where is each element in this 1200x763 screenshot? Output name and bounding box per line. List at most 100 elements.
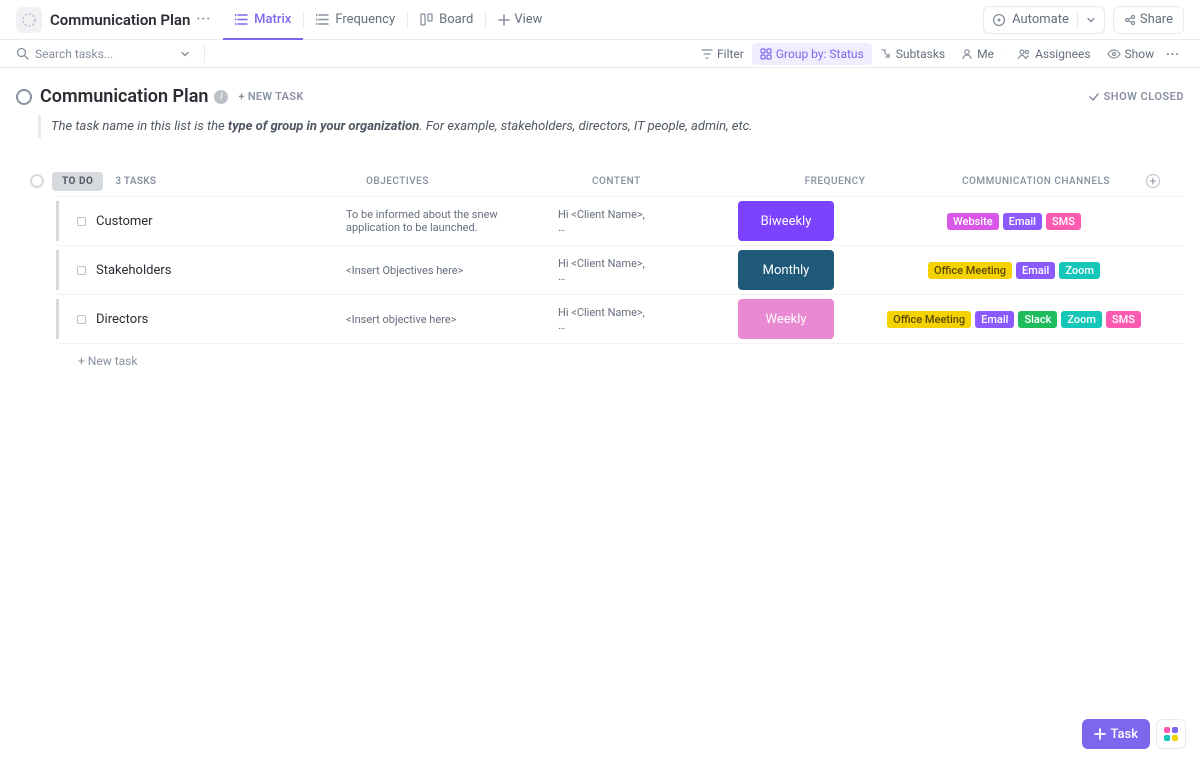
check-icon (1088, 91, 1100, 103)
view-tab-label: Matrix (254, 12, 291, 27)
add-column-button[interactable]: + (1146, 174, 1160, 188)
content-area: Communication Plan i + NEW TASK SHOW CLO… (0, 68, 1200, 378)
task-frequency[interactable]: Biweekly (738, 201, 834, 241)
new-task-row-button[interactable]: + New task (56, 344, 1184, 378)
info-icon[interactable]: i (214, 90, 228, 104)
status-bar (56, 299, 59, 339)
task-channels[interactable]: Office MeetingEmailZoom (844, 262, 1184, 279)
subtasks-icon (880, 48, 892, 60)
fab-label: Task (1110, 727, 1138, 742)
status-bar (56, 250, 59, 290)
search-input[interactable]: Search tasks... (16, 47, 196, 61)
share-button[interactable]: Share (1113, 6, 1184, 34)
channel-tag[interactable]: Zoom (1061, 311, 1102, 328)
task-channels[interactable]: WebsiteEmailSMS (844, 213, 1184, 230)
list-description[interactable]: The task name in this list is the type o… (38, 115, 1184, 138)
group-by-button[interactable]: Group by: Status (752, 43, 872, 65)
assignees-label: Assignees (1035, 47, 1090, 61)
filter-button[interactable]: Filter (693, 43, 752, 65)
channel-tag[interactable]: Zoom (1059, 262, 1100, 279)
task-content[interactable]: Hi <Client Name>,… (558, 208, 738, 234)
task-row[interactable]: Stakeholders<Insert Objectives here>Hi <… (56, 246, 1184, 295)
group-header: TO DO 3 TASKS OBJECTIVES CONTENT FREQUEN… (16, 166, 1184, 196)
more-icon: ··· (1166, 47, 1180, 61)
show-button[interactable]: Show (1099, 43, 1163, 65)
search-icon (16, 47, 29, 60)
channel-tag[interactable]: Office Meeting (887, 311, 971, 328)
apps-icon (1164, 727, 1178, 741)
description-bold: type of group in your organization (228, 119, 419, 134)
task-frequency[interactable]: Monthly (738, 250, 834, 290)
task-name[interactable]: Customer (96, 214, 346, 229)
board-view-icon (420, 13, 433, 26)
column-header-objectives[interactable]: OBJECTIVES (366, 176, 576, 187)
channel-tag[interactable]: Website (947, 213, 999, 230)
filter-icon (701, 48, 713, 60)
view-tab-label: Board (439, 12, 473, 27)
group-by-label: Group by: Status (776, 47, 864, 61)
filter-label: Filter (717, 47, 744, 61)
task-status-icon[interactable] (77, 315, 86, 324)
task-row[interactable]: CustomerTo be informed about the snew ap… (56, 196, 1184, 246)
view-tab-frequency[interactable]: Frequency (304, 0, 407, 39)
channel-tag[interactable]: Slack (1018, 311, 1057, 328)
view-tab-label: Frequency (335, 12, 395, 27)
task-objectives[interactable]: <Insert Objectives here> (346, 264, 558, 277)
group-collapse-icon[interactable] (30, 174, 44, 188)
show-closed-button[interactable]: SHOW CLOSED (1088, 90, 1184, 103)
list-view-icon (235, 13, 248, 26)
toolbar: Search tasks... Filter Group by: Status … (0, 40, 1200, 68)
list-name[interactable]: Communication Plan (40, 86, 208, 107)
task-status-icon[interactable] (77, 217, 86, 226)
channel-tag[interactable]: Email (1003, 213, 1042, 230)
description-prefix: The task name in this list is the (51, 119, 228, 134)
view-tabs: Matrix Frequency Board View (223, 0, 554, 39)
subtasks-button[interactable]: Subtasks (872, 43, 953, 65)
task-content[interactable]: Hi <Client Name>,… (558, 306, 738, 332)
status-chip[interactable]: TO DO (52, 172, 103, 191)
task-row[interactable]: Directors<Insert objective here>Hi <Clie… (56, 295, 1184, 344)
column-header-channels[interactable]: COMMUNICATION CHANNELS (896, 176, 1176, 187)
channel-tag[interactable]: Office Meeting (928, 262, 1012, 279)
list-icon (16, 7, 42, 33)
separator (204, 45, 205, 63)
view-tab-matrix[interactable]: Matrix (223, 0, 303, 39)
status-bar (56, 201, 59, 241)
separator-dot: · (1004, 47, 1007, 61)
task-content[interactable]: Hi <Client Name>,… (558, 257, 738, 283)
share-label: Share (1140, 12, 1173, 27)
column-header-frequency[interactable]: FREQUENCY (794, 176, 876, 187)
me-label: Me (977, 47, 994, 61)
add-view-label: View (514, 12, 542, 27)
column-header-content[interactable]: CONTENT (592, 176, 792, 187)
task-rows: CustomerTo be informed about the snew ap… (56, 196, 1184, 344)
more-button[interactable]: ··· (1162, 43, 1184, 65)
task-name[interactable]: Directors (96, 312, 346, 327)
title-more-icon[interactable]: ··· (196, 12, 211, 27)
channel-tag[interactable]: Email (975, 311, 1014, 328)
add-view-button[interactable]: View (486, 12, 554, 27)
new-task-button[interactable]: + NEW TASK (238, 90, 303, 103)
channel-tag[interactable]: Email (1016, 262, 1055, 279)
automate-button[interactable]: Automate (983, 6, 1105, 34)
description-suffix: . For example, stakeholders, directors, … (419, 119, 752, 134)
me-button[interactable]: Me (953, 43, 1002, 65)
create-task-fab[interactable]: Task (1082, 719, 1150, 749)
subtasks-label: Subtasks (896, 47, 945, 61)
view-tab-board[interactable]: Board (408, 0, 485, 39)
task-objectives[interactable]: <Insert objective here> (346, 313, 558, 326)
channel-tag[interactable]: SMS (1106, 311, 1141, 328)
list-status-icon[interactable] (16, 89, 32, 105)
search-placeholder: Search tasks... (35, 47, 180, 61)
task-channels[interactable]: Office MeetingEmailSlackZoomSMS (844, 311, 1184, 328)
group-icon (760, 48, 772, 60)
task-frequency[interactable]: Weekly (738, 299, 834, 339)
apps-fab[interactable] (1156, 719, 1186, 749)
page-title[interactable]: Communication Plan (50, 11, 190, 29)
assignees-button[interactable]: Assignees (1009, 43, 1098, 65)
task-objectives[interactable]: To be informed about the snew applicatio… (346, 208, 558, 234)
channel-tag[interactable]: SMS (1046, 213, 1081, 230)
task-status-icon[interactable] (77, 266, 86, 275)
app-header: Communication Plan ··· Matrix Frequency … (0, 0, 1200, 40)
task-name[interactable]: Stakeholders (96, 263, 346, 278)
